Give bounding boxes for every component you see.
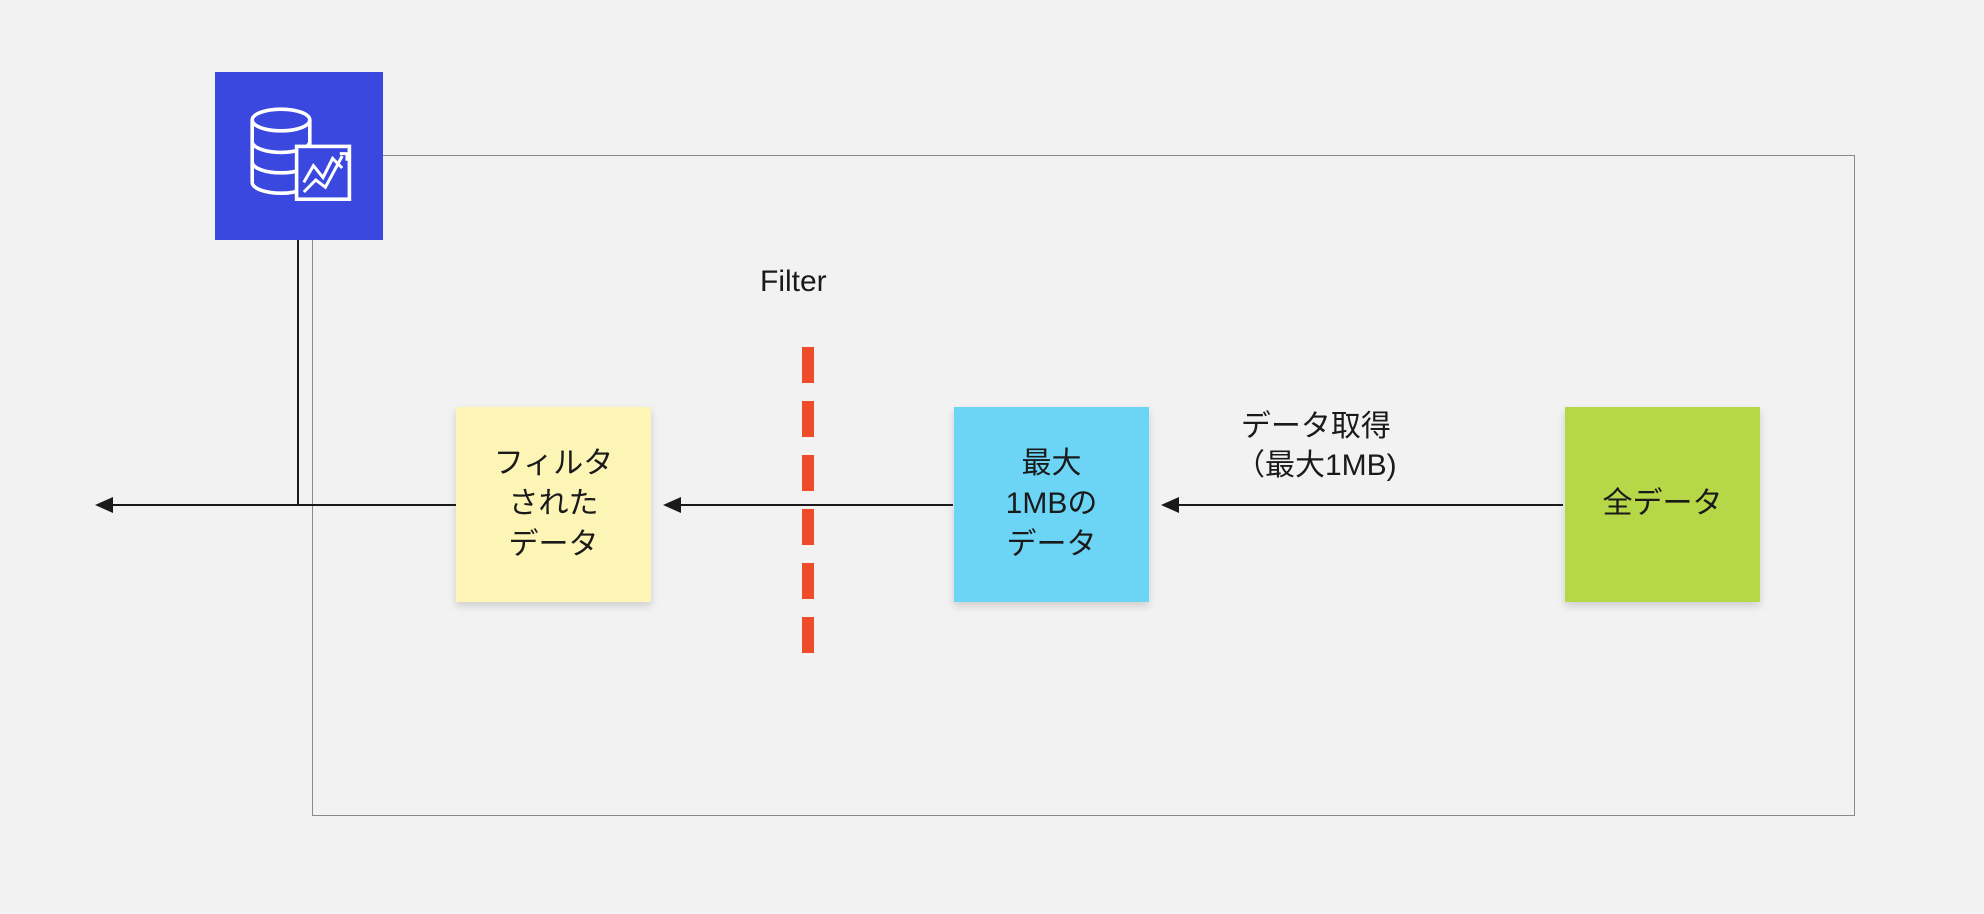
note-all-data: 全データ	[1565, 407, 1760, 602]
note-max-1mb-data: 最大 1MBの データ	[954, 407, 1149, 602]
arrow-filtered-out	[97, 504, 456, 506]
arrow-max1mb-to-filtered	[665, 504, 953, 506]
icon-connector-line	[297, 240, 299, 505]
arrow-label-fetch: データ取得 （最大1MB)	[1235, 407, 1397, 485]
note-alldata-text: 全データ	[1603, 484, 1723, 525]
note-max1mb-text: 最大 1MBの データ	[1006, 444, 1098, 566]
database-analytics-icon	[215, 72, 383, 240]
note-filtered-data: フィルタ された データ	[456, 407, 651, 602]
filter-dashed-line	[802, 347, 814, 669]
diagram-canvas: Filter フィルタ された データ 最大 1MBの データ 全データ データ…	[0, 0, 1984, 914]
arrow-alldata-to-max1mb	[1163, 504, 1563, 506]
filter-label: Filter	[760, 265, 827, 299]
database-svg	[239, 96, 359, 216]
note-filtered-text: フィルタ された データ	[494, 444, 613, 566]
